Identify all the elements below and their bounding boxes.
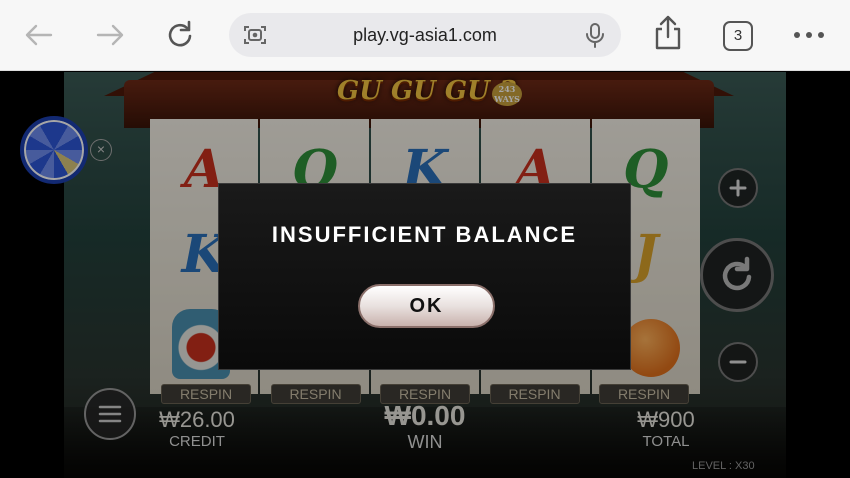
ok-button[interactable]: OK bbox=[358, 284, 495, 328]
more-icon[interactable] bbox=[792, 18, 826, 52]
dialog-message: INSUFFICIENT BALANCE bbox=[271, 222, 578, 247]
address-bar[interactable]: play.vg-asia1.com bbox=[229, 13, 621, 57]
game-canvas[interactable]: GU GU GU 3 243 WAYS A K Q K A Q J RESPIN… bbox=[0, 72, 850, 478]
tab-count-button[interactable]: 3 bbox=[723, 21, 753, 51]
browser-toolbar: play.vg-asia1.com 3 bbox=[0, 0, 850, 71]
insufficient-balance-dialog: INSUFFICIENT BALANCE OK bbox=[218, 183, 631, 370]
reload-icon[interactable] bbox=[163, 18, 197, 52]
forward-arrow-icon[interactable] bbox=[93, 18, 127, 52]
url-text: play.vg-asia1.com bbox=[353, 25, 497, 45]
share-icon[interactable] bbox=[651, 15, 685, 50]
back-arrow-icon[interactable] bbox=[22, 18, 56, 52]
microphone-icon[interactable] bbox=[585, 22, 605, 55]
